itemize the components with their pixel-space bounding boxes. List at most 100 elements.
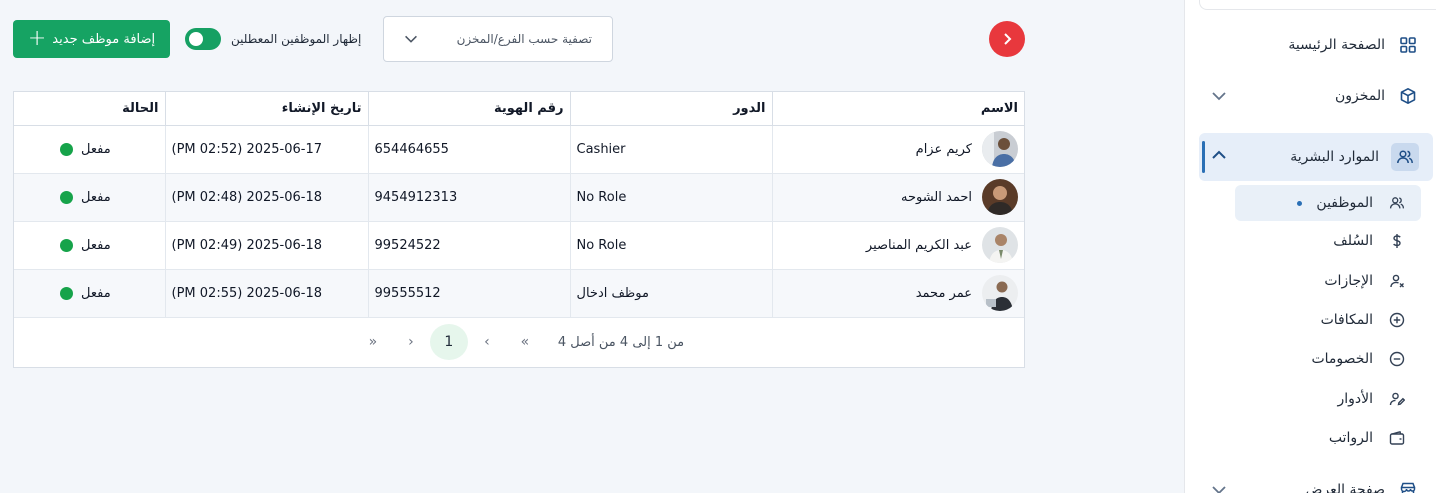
header-status[interactable]: الحالة [14, 92, 165, 126]
table-row[interactable]: كريم عزام Cashier 654464655 2025-06-17 (… [14, 125, 1024, 174]
sidebar-item-showroom[interactable]: صفحة العرض [1199, 468, 1433, 493]
header-created[interactable]: تاريخ الإنشاء [164, 92, 368, 126]
employee-name: عمر محمد [915, 285, 972, 301]
sidebar-subitem-advances[interactable]: السُلف [1235, 223, 1421, 259]
created-cell: 2025-06-18 (02:55 PM) [164, 269, 368, 318]
id-cell: 99524522 [367, 221, 570, 270]
users-icon [1391, 143, 1419, 171]
table-row[interactable]: عبد الكريم المناصير No Role 99524522 202… [14, 221, 1024, 270]
sidebar-subitem-label: السُلف [1333, 233, 1373, 249]
sidebar-subitem-leaves[interactable]: الإجازات [1235, 263, 1421, 299]
id-cell: 9454912313 [367, 173, 570, 222]
status-text: مفعل [81, 189, 111, 205]
sidebar-subitem-label: الخصومات [1311, 351, 1373, 367]
pagination-summary: من 1 إلى 4 من أصل 4 [557, 334, 685, 350]
status-active-dot [60, 190, 73, 204]
sidebar-item-label: الموارد البشرية [1290, 149, 1379, 165]
table-row[interactable]: احمد الشوحه No Role 9454912313 2025-06-1… [14, 173, 1024, 222]
sidebar-item-inventory[interactable]: المخزون [1199, 74, 1433, 118]
grid-icon [1397, 34, 1419, 56]
last-page-button[interactable]: » [506, 324, 544, 360]
created-cell: 2025-06-18 (02:48 PM) [164, 173, 368, 222]
table-header-row: الاسم الدور رقم الهوية تاريخ الإنشاء الح… [14, 92, 1024, 126]
employee-name: احمد الشوحه [900, 189, 972, 205]
status-active-dot [60, 142, 73, 156]
sidebar-subitem-salaries[interactable]: الرواتب [1235, 420, 1421, 456]
employees-table: الاسم الدور رقم الهوية تاريخ الإنشاء الح… [13, 91, 1025, 368]
minus-circle-icon [1387, 349, 1407, 369]
toggle-label: إظهار الموظفين المعطلين [231, 32, 362, 46]
status-cell: مفعل [14, 221, 165, 270]
chevron-down-icon [405, 35, 417, 43]
add-employee-label: إضافة موظف جديد [52, 31, 156, 47]
name-cell: عمر محمد [771, 269, 1024, 318]
name-cell: احمد الشوحه [771, 173, 1024, 222]
active-indicator-dot [1297, 200, 1303, 206]
chevron-down-icon[interactable] [1209, 480, 1229, 493]
add-employee-button[interactable]: إضافة موظف جديد + [13, 20, 170, 58]
created-cell: 2025-06-17 (02:52 PM) [164, 125, 368, 174]
pagination: من 1 إلى 4 من أصل 4 » › 1 ‹ « [14, 316, 1024, 368]
sidebar-subitem-label: الموظفين [1316, 195, 1373, 211]
sidebar-item-hr[interactable]: الموارد البشرية [1199, 133, 1433, 181]
sidebar-subitem-employees[interactable]: الموظفين [1235, 185, 1421, 221]
employee-name: كريم عزام [915, 141, 972, 157]
wallet-icon [1387, 428, 1407, 448]
status-text: مفعل [81, 285, 111, 301]
first-page-button[interactable]: « [354, 324, 392, 360]
status-cell: مفعل [14, 173, 165, 222]
employee-name: عبد الكريم المناصير [865, 237, 972, 253]
role-cell: موظف ادخال [569, 269, 772, 318]
sidebar-top-border [1199, 0, 1436, 10]
store-icon [1397, 479, 1419, 493]
avatar [982, 131, 1018, 167]
status-cell: مفعل [14, 125, 165, 174]
prev-page-button[interactable]: ‹ [392, 324, 430, 360]
sidebar-item-label: صفحة العرض [1305, 482, 1385, 493]
user-edit-icon [1387, 389, 1407, 409]
sidebar-subitem-label: الرواتب [1328, 430, 1373, 446]
show-disabled-toggle[interactable] [185, 28, 221, 50]
table-row[interactable]: عمر محمد موظف ادخال 99555512 2025-06-18 … [14, 269, 1024, 318]
id-cell: 99555512 [367, 269, 570, 318]
header-id[interactable]: رقم الهوية [367, 92, 570, 126]
chevron-right-icon [1004, 33, 1012, 45]
role-cell: Cashier [569, 125, 772, 174]
sidebar-subitem-label: الإجازات [1324, 273, 1373, 289]
avatar [982, 179, 1018, 215]
plus-icon: + [27, 26, 47, 51]
branch-filter-select[interactable]: تصفية حسب الفرع/المخزن [383, 16, 613, 62]
plus-circle-icon [1387, 310, 1407, 330]
status-active-dot [60, 238, 73, 252]
sidebar-item-label: المخزون [1334, 88, 1385, 104]
id-cell: 654464655 [367, 125, 570, 174]
avatar [982, 275, 1018, 311]
filter-placeholder: تصفية حسب الفرع/المخزن [456, 32, 592, 46]
page-1-button[interactable]: 1 [429, 324, 468, 360]
show-disabled-toggle-group: إظهار الموظفين المعطلين [185, 28, 361, 50]
sidebar-subitem-label: الأدوار [1337, 391, 1373, 407]
created-cell: 2025-06-18 (02:49 PM) [164, 221, 368, 270]
sidebar-subitem-bonuses[interactable]: المكافات [1235, 302, 1421, 338]
header-name[interactable]: الاسم [771, 92, 1024, 126]
next-page-button[interactable]: › [468, 324, 506, 360]
sidebar: الصفحة الرئيسية المخزون الموارد البشرية … [1184, 0, 1436, 493]
status-cell: مفعل [14, 269, 165, 318]
sidebar-subitem-deductions[interactable]: الخصومات [1235, 341, 1421, 377]
back-button[interactable] [989, 21, 1025, 57]
name-cell: كريم عزام [771, 125, 1024, 174]
header-role[interactable]: الدور [569, 92, 772, 126]
status-text: مفعل [81, 141, 111, 157]
name-cell: عبد الكريم المناصير [771, 221, 1024, 270]
sidebar-subitem-roles[interactable]: الأدوار [1235, 381, 1421, 417]
sidebar-subitem-label: المكافات [1320, 312, 1373, 328]
sidebar-item-home[interactable]: الصفحة الرئيسية [1199, 23, 1433, 67]
chevron-up-icon[interactable] [1209, 145, 1229, 165]
dollar-icon [1387, 231, 1407, 251]
status-text: مفعل [81, 237, 111, 253]
user-x-icon [1387, 271, 1407, 291]
sidebar-item-label: الصفحة الرئيسية [1288, 37, 1385, 53]
role-cell: No Role [569, 173, 772, 222]
chevron-down-icon[interactable] [1209, 86, 1229, 106]
users-icon [1387, 193, 1407, 213]
